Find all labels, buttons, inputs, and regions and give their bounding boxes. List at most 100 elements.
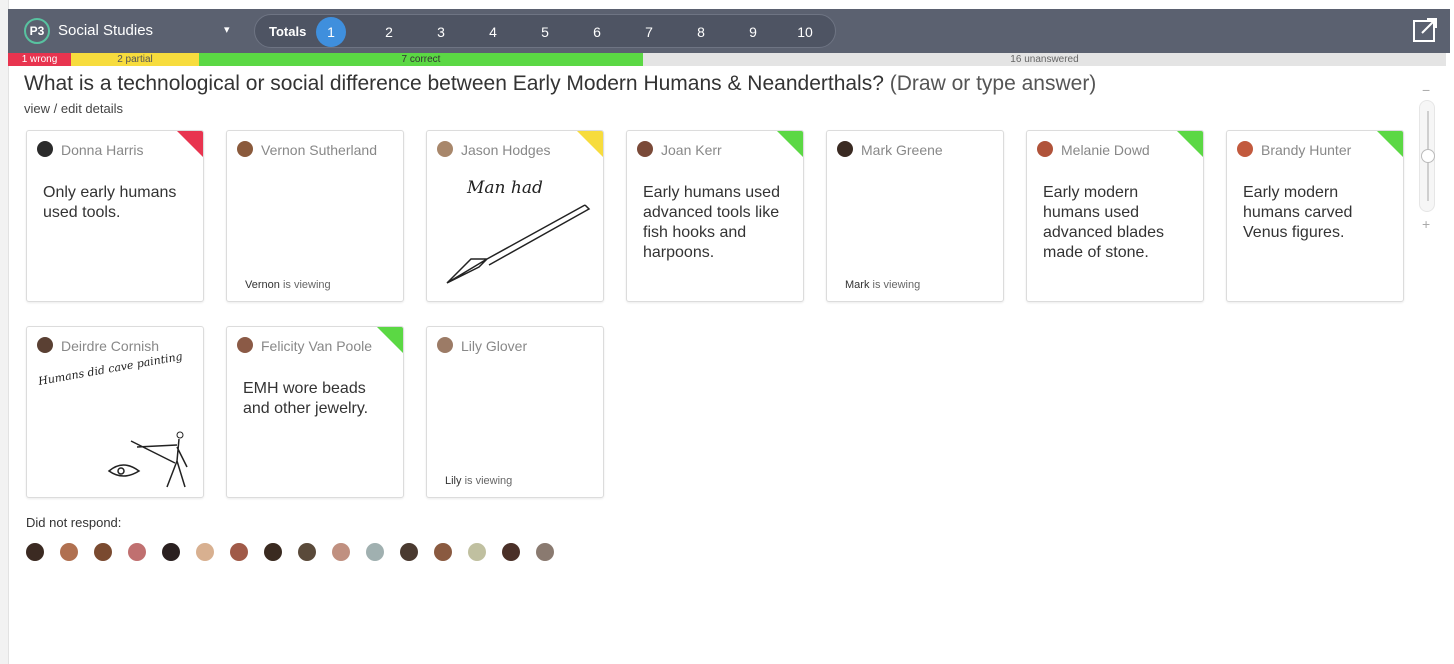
student-avatar [437, 337, 453, 353]
viewing-student-name: Lily [445, 475, 462, 487]
non-responder-avatar[interactable] [128, 543, 146, 561]
response-card[interactable]: Jason Hodges Man had [426, 130, 604, 302]
viewing-status: Vernon is viewing [245, 279, 331, 291]
grade-flag-green[interactable] [777, 131, 803, 157]
class-period-badge[interactable]: P3 [24, 18, 50, 44]
student-avatar [237, 141, 253, 157]
question-hint: (Draw or type answer) [889, 72, 1097, 95]
response-card[interactable]: Melanie Dowd Early modern humans used adv… [1026, 130, 1204, 302]
non-responder-avatar[interactable] [400, 543, 418, 561]
question-number-4[interactable]: 4 [480, 19, 506, 45]
student-name: Felicity Van Poole [261, 338, 373, 354]
question-number-3[interactable]: 3 [428, 19, 454, 45]
question-number-8[interactable]: 8 [688, 19, 714, 45]
non-responder-avatar[interactable] [230, 543, 248, 561]
grade-flag-green[interactable] [1177, 131, 1203, 157]
question-number-5[interactable]: 5 [532, 19, 558, 45]
non-responder-avatar[interactable] [196, 543, 214, 561]
response-card[interactable]: Lily Glover Lily is viewing [426, 326, 604, 498]
response-card[interactable]: Mark Greene Mark is viewing [826, 130, 1004, 302]
drawing-caption: Man had [466, 178, 543, 198]
zoom-out-icon[interactable]: − [1422, 82, 1430, 98]
question-number-6[interactable]: 6 [584, 19, 610, 45]
student-name: Mark Greene [861, 142, 943, 158]
totals-tab[interactable]: Totals [269, 24, 306, 39]
question-number-7[interactable]: 7 [636, 19, 662, 45]
window-left-frame [0, 0, 9, 664]
non-responder-avatar[interactable] [468, 543, 486, 561]
viewing-student-name: Vernon [245, 279, 280, 291]
student-name: Lily Glover [461, 338, 528, 354]
viewing-label: is viewing [464, 475, 513, 487]
expand-external-icon[interactable] [1412, 17, 1438, 43]
viewing-label: is viewing [872, 279, 921, 291]
response-card[interactable]: Donna Harris Only early humans used tools… [26, 130, 204, 302]
response-card[interactable]: Vernon Sutherland Vernon is viewing [226, 130, 404, 302]
answer-text: EMH wore beads and other jewelry. [243, 380, 369, 417]
student-name: Donna Harris [61, 142, 144, 158]
status-wrong[interactable]: 1 wrong [8, 53, 71, 66]
non-responder-avatar[interactable] [162, 543, 180, 561]
grade-flag-green[interactable] [377, 327, 403, 353]
view-edit-details-link[interactable]: view / edit details [24, 101, 123, 116]
response-card[interactable]: Brandy Hunter Early modern humans carved … [1226, 130, 1404, 302]
answer-text: Only early humans used tools. [43, 184, 177, 221]
non-responder-avatar[interactable] [94, 543, 112, 561]
question-text: What is a technological or social differ… [24, 72, 884, 95]
handwritten-drawing: Man had [446, 178, 591, 284]
student-avatar [37, 141, 53, 157]
status-unanswered[interactable]: 16 unanswered [643, 53, 1446, 66]
non-responder-avatar[interactable] [332, 543, 350, 561]
question-number-10[interactable]: 10 [792, 19, 818, 45]
zoom-in-icon[interactable]: + [1422, 216, 1430, 232]
student-name: Brandy Hunter [1261, 142, 1352, 158]
viewing-status: Lily is viewing [445, 475, 512, 487]
grade-flag-green[interactable] [1377, 131, 1403, 157]
spear-sketch [446, 204, 591, 284]
viewing-label: is viewing [282, 279, 331, 291]
did-not-respond-label: Did not respond: [26, 515, 122, 530]
non-responder-avatar[interactable] [298, 543, 316, 561]
non-responder-avatar[interactable] [502, 543, 520, 561]
student-name: Joan Kerr [661, 142, 722, 158]
non-responder-avatar[interactable] [434, 543, 452, 561]
zoom-slider-handle[interactable] [1421, 149, 1435, 163]
cave-painting-sketch [107, 438, 188, 488]
non-responder-avatar[interactable] [366, 543, 384, 561]
student-avatar [837, 141, 853, 157]
handwritten-drawing: Humans did cave painting [36, 350, 188, 488]
viewing-student-name: Mark [845, 279, 870, 291]
figure-head-sketch [176, 431, 184, 439]
student-avatar [1037, 141, 1053, 157]
non-responder-avatar[interactable] [536, 543, 554, 561]
non-responder-avatar[interactable] [26, 543, 44, 561]
class-name[interactable]: Social Studies [58, 22, 153, 39]
top-toolbar: P3 Social Studies ▾ Totals 1 2 3 4 5 6 7 8 9 10 [8, 9, 1450, 53]
status-correct[interactable]: 7 correct [199, 53, 643, 66]
student-name: Vernon Sutherland [261, 142, 377, 158]
answer-text: Early modern humans carved Venus figures… [1243, 184, 1353, 241]
class-dropdown-caret-icon[interactable]: ▾ [224, 23, 230, 36]
answer-text: Early modern humans used advanced blades… [1043, 184, 1164, 261]
student-avatar [637, 141, 653, 157]
question-title: What is a technological or social differ… [24, 72, 1096, 96]
zoom-slider[interactable] [1419, 100, 1435, 212]
status-partial[interactable]: 2 partial [71, 53, 199, 66]
student-name: Melanie Dowd [1061, 142, 1150, 158]
non-responder-avatar[interactable] [264, 543, 282, 561]
answer-text: Early humans used advanced tools like fi… [643, 184, 780, 261]
response-card[interactable]: Joan Kerr Early humans used advanced tool… [626, 130, 804, 302]
grade-flag-red[interactable] [177, 131, 203, 157]
response-status-bar: 1 wrong 2 partial 7 correct 16 unanswere… [8, 53, 1446, 66]
question-number-2[interactable]: 2 [376, 19, 402, 45]
drawing-caption: Humans did cave painting [36, 350, 183, 388]
student-avatar [1237, 141, 1253, 157]
non-responder-avatar[interactable] [60, 543, 78, 561]
student-avatar [237, 337, 253, 353]
viewing-status: Mark is viewing [845, 279, 920, 291]
response-card[interactable]: Deirdre Cornish Humans did cave painting [26, 326, 204, 498]
question-navigator: Totals 1 2 3 4 5 6 7 8 9 10 [254, 14, 836, 48]
question-number-9[interactable]: 9 [740, 19, 766, 45]
response-card[interactable]: Felicity Van Poole EMH wore beads and oth… [226, 326, 404, 498]
question-number-1[interactable]: 1 [316, 17, 346, 47]
